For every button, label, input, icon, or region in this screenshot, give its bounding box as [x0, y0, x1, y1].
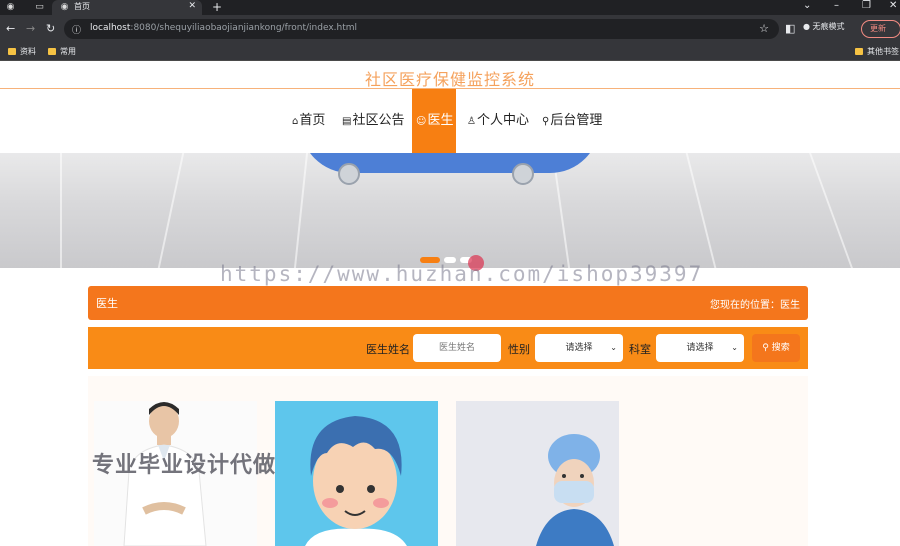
main-nav: ⌂首页 ▤社区公告 ☺医生 ♙个人中心 ⚲后台管理 [0, 89, 900, 153]
link-icon: ⚲ [542, 116, 550, 127]
close-window-icon[interactable]: ✕ [889, 0, 897, 11]
gender-select[interactable]: 请选择 ⌄ [535, 334, 623, 362]
browser-tab-strip: ◉ ▭ ◉ 首页 ✕ + ⌄ – ❐ ✕ [0, 0, 900, 15]
close-tab-icon[interactable]: ✕ [188, 1, 196, 11]
search-form: 医生姓名 性别 请选择⌄ 科室 请选择⌄ ⚲ 搜索 [88, 327, 808, 369]
folder-icon [855, 48, 863, 55]
restore-icon[interactable]: ❐ [862, 0, 871, 11]
back-icon[interactable]: ← [6, 22, 15, 35]
side-panel-icon[interactable]: ◧ [785, 22, 795, 35]
home-icon: ⌂ [292, 116, 299, 127]
search-button[interactable]: ⚲ 搜索 [752, 334, 800, 362]
doctor-card[interactable] [456, 401, 619, 546]
doctor-icon: ☺ [416, 116, 427, 127]
promo-overlay-text: 专业毕业设计代做 [92, 453, 277, 478]
new-tab-icon[interactable]: + [212, 0, 222, 14]
bookmark-folder[interactable]: 资料 [8, 46, 36, 57]
section-title: 医生 [96, 297, 118, 310]
bookmarks-bar: 资料 常用 其他书签 [0, 43, 900, 61]
browser-tab-active[interactable]: ◉ 首页 ✕ [52, 0, 202, 15]
nav-announcements[interactable]: ▤社区公告 [342, 89, 404, 153]
bookmark-folder[interactable]: 常用 [48, 46, 76, 57]
nav-admin[interactable]: ⚲后台管理 [542, 89, 602, 153]
tab-title: 首页 [74, 2, 90, 11]
nav-home[interactable]: ⌂首页 [292, 89, 325, 153]
minimize-icon[interactable]: – [834, 0, 839, 11]
folder-icon [48, 48, 56, 55]
doctor-name-input[interactable] [413, 334, 501, 362]
banner-carousel[interactable] [0, 153, 900, 268]
nurse-photo [536, 434, 614, 546]
watermark-text: https://www.huzhan.com/ishop39397 [220, 262, 704, 286]
page-content: 社区医疗保健监控系统 ⌂首页 ▤社区公告 ☺医生 ♙个人中心 ⚲后台管理 htt… [0, 61, 900, 546]
current-location: 您现在的位置：医生 [710, 300, 800, 311]
folder-icon [8, 48, 16, 55]
site-title: 社区医疗保健监控系统 [364, 70, 535, 89]
globe-icon: ◉ [60, 2, 69, 12]
search-icon: ⚲ [762, 343, 769, 353]
address-bar[interactable]: ⓘ localhost:8080/shequyiliaobaojianjiank… [64, 19, 779, 39]
notice-icon: ▤ [342, 116, 352, 127]
incognito-icon: ● [803, 22, 810, 31]
doctor-cartoon [305, 416, 407, 546]
bookmark-star-icon[interactable]: ☆ [759, 22, 769, 35]
tab-list-chevron-icon[interactable]: ⌄ [803, 0, 811, 11]
doctor-card[interactable] [275, 401, 438, 546]
nav-doctors[interactable]: ☺医生 [412, 89, 456, 153]
reload-icon[interactable]: ↻ [46, 22, 55, 35]
nav-personal-center[interactable]: ♙个人中心 [467, 89, 529, 153]
forward-icon[interactable]: → [26, 22, 35, 35]
tab-search-icon[interactable]: ▭ [34, 2, 45, 13]
department-select[interactable]: 请选择 ⌄ [656, 334, 744, 362]
gender-label: 性别 [508, 343, 530, 356]
doctor-name-label: 医生姓名 [366, 343, 410, 356]
url-text: localhost:8080/shequyiliaobaojianjiankon… [90, 23, 358, 33]
site-info-icon[interactable]: ⓘ [72, 23, 81, 36]
department-label: 科室 [629, 343, 651, 356]
browser-toolbar: ← → ↻ ⓘ localhost:8080/shequyiliaobaojia… [0, 15, 900, 43]
breadcrumb: 医生 您现在的位置：医生 [88, 286, 808, 320]
chevron-down-icon: ⌄ [610, 343, 617, 352]
browser-menu-icon[interactable]: ◉ [5, 2, 16, 13]
other-bookmarks[interactable]: 其他书签 [855, 46, 899, 57]
chevron-down-icon: ⌄ [731, 343, 738, 352]
update-button[interactable]: 更新 [861, 20, 900, 38]
user-icon: ♙ [467, 116, 476, 127]
incognito-indicator[interactable]: ● 无痕模式 [803, 21, 845, 32]
